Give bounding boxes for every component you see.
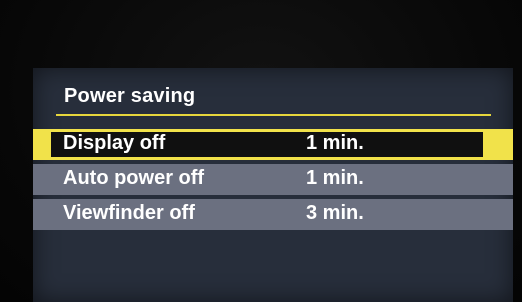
menu-item-value: 1 min. (306, 132, 364, 154)
menu-item-display-off[interactable]: Display off 1 min. (33, 129, 513, 160)
menu-title: Power saving (64, 85, 196, 107)
menu-item-auto-power-off[interactable]: Auto power off 1 min. (33, 164, 513, 195)
menu-item-label: Viewfinder off (63, 202, 195, 224)
menu-item-value: 3 min. (306, 202, 364, 224)
menu-item-label: Display off (63, 132, 166, 154)
menu-item-viewfinder-off[interactable]: Viewfinder off 3 min. (33, 199, 513, 230)
lcd-screen: Power saving Display off 1 min. Auto pow… (33, 68, 513, 302)
menu-item-value: 1 min. (306, 167, 364, 189)
menu-item-label: Auto power off (63, 167, 205, 189)
title-divider (56, 114, 491, 116)
camera-bezel: Power saving Display off 1 min. Auto pow… (0, 0, 522, 302)
